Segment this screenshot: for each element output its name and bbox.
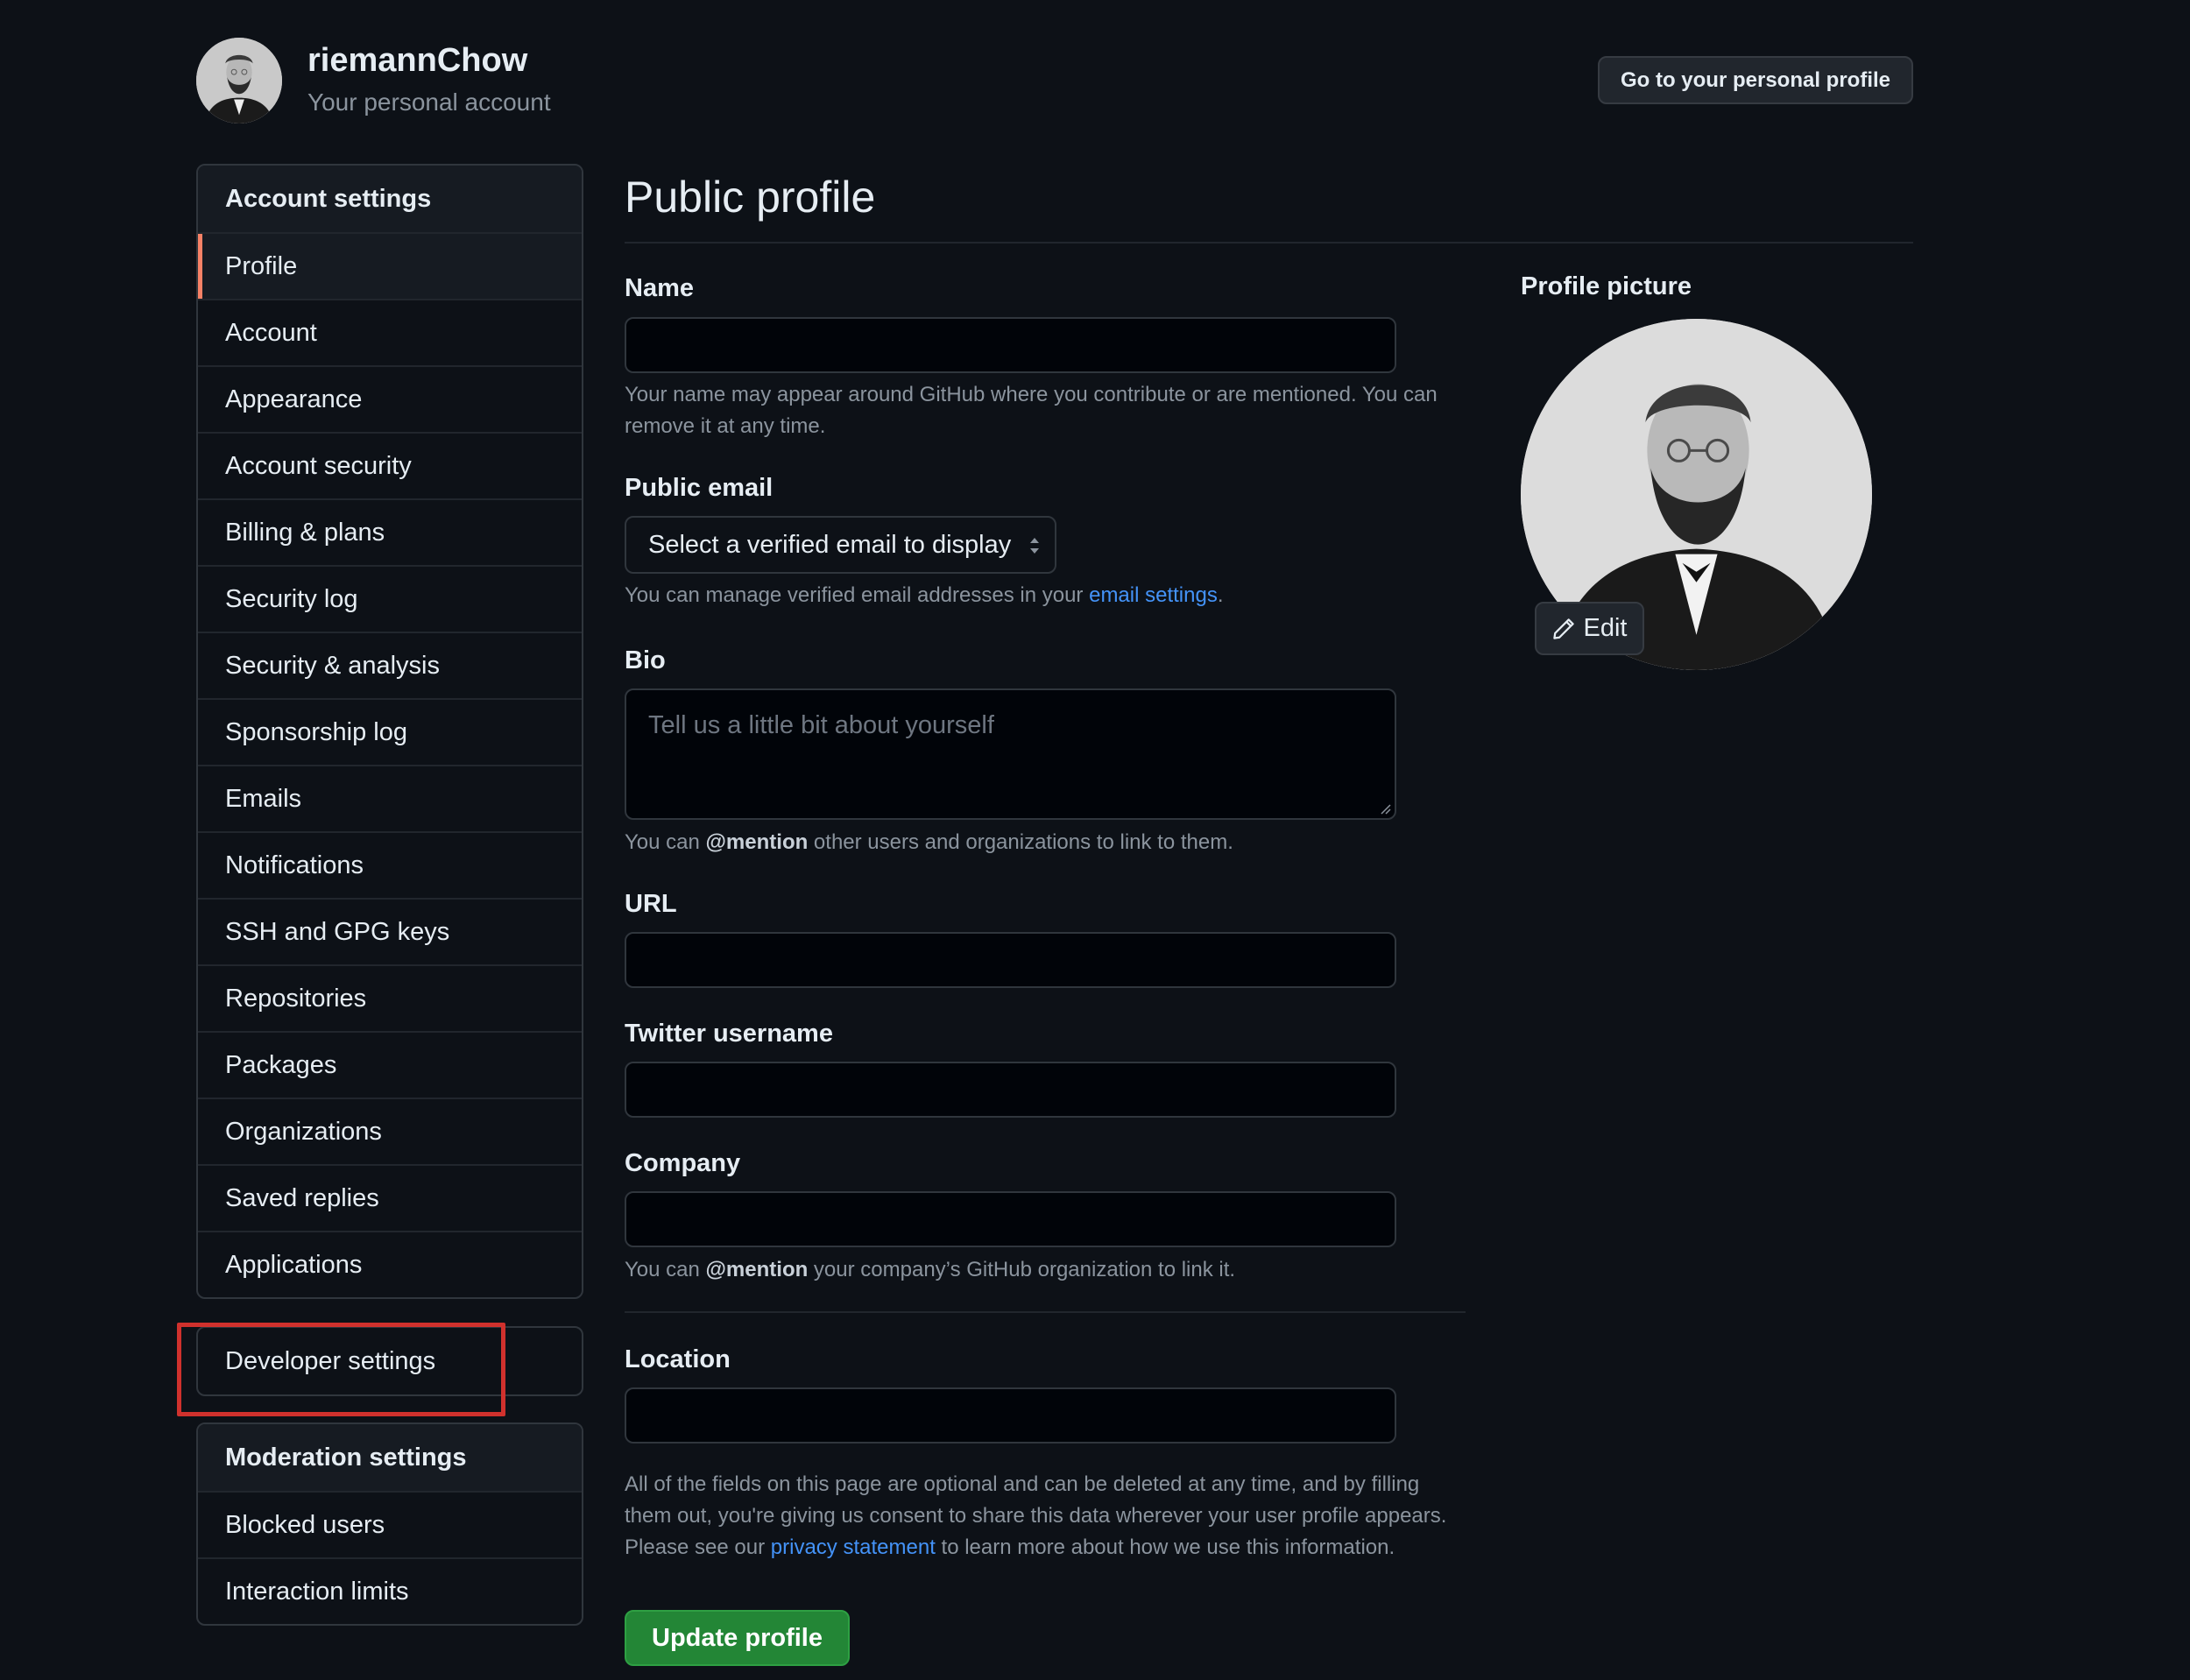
company-note-mention: @mention xyxy=(705,1258,809,1281)
highlight-annotation-box xyxy=(177,1323,505,1416)
bio-textarea[interactable]: Tell us a little bit about yourself xyxy=(625,688,1396,820)
portrait-image xyxy=(196,38,282,124)
name-label: Name xyxy=(625,274,694,302)
url-input[interactable] xyxy=(625,932,1396,988)
sidebar-item-security-analysis[interactable]: Security & analysis xyxy=(198,632,582,698)
public-email-note-text: You can manage verified email addresses … xyxy=(625,583,1090,607)
sidebar-item-organizations[interactable]: Organizations xyxy=(198,1098,582,1164)
account-settings-heading: Account settings xyxy=(198,166,582,232)
disclaimer-note: All of the fields on this page are optio… xyxy=(625,1469,1466,1564)
settings-page: riemannChow Your personal account Go to … xyxy=(0,0,2190,1680)
account-subtitle: Your personal account xyxy=(307,88,551,116)
sidebar-item-interaction-limits[interactable]: Interaction limits xyxy=(198,1557,582,1624)
privacy-statement-link[interactable]: privacy statement xyxy=(771,1535,936,1559)
bio-label: Bio xyxy=(625,646,666,674)
sidebar-item-emails[interactable]: Emails xyxy=(198,765,582,831)
account-settings-menu: Account settings Profile Account Appeara… xyxy=(196,164,583,1299)
bio-note-text: You can xyxy=(625,830,706,854)
go-to-profile-button[interactable]: Go to your personal profile xyxy=(1598,56,1913,104)
sidebar-item-notifications[interactable]: Notifications xyxy=(198,831,582,898)
sidebar-item-ssh-gpg-keys[interactable]: SSH and GPG keys xyxy=(198,898,582,964)
section-divider xyxy=(625,1311,1466,1313)
profile-picture-label: Profile picture xyxy=(1521,272,1692,300)
twitter-label: Twitter username xyxy=(625,1020,833,1048)
company-note-end: your company’s GitHub organization to li… xyxy=(808,1258,1236,1281)
public-email-select[interactable]: Select a verified email to display xyxy=(625,516,1056,574)
select-arrows-icon xyxy=(1030,538,1039,554)
edit-label: Edit xyxy=(1583,614,1628,642)
update-profile-button[interactable]: Update profile xyxy=(625,1610,850,1666)
sidebar-item-saved-replies[interactable]: Saved replies xyxy=(198,1164,582,1231)
sidebar-item-account-security[interactable]: Account security xyxy=(198,432,582,498)
email-settings-link[interactable]: email settings xyxy=(1089,583,1218,607)
page-title: Public profile xyxy=(625,173,876,222)
moderation-settings-menu: Moderation settings Blocked users Intera… xyxy=(196,1422,583,1626)
sidebar-item-security-log[interactable]: Security log xyxy=(198,565,582,632)
url-label: URL xyxy=(625,890,677,918)
pencil-icon xyxy=(1552,618,1574,639)
account-username: riemannChow xyxy=(307,42,528,79)
bio-note: You can @mention other users and organiz… xyxy=(625,827,1233,858)
location-input[interactable] xyxy=(625,1387,1396,1444)
public-email-note-end: . xyxy=(1217,583,1224,607)
sidebar-item-repositories[interactable]: Repositories xyxy=(198,964,582,1031)
sidebar-item-profile[interactable]: Profile xyxy=(198,232,582,299)
sidebar-item-appearance[interactable]: Appearance xyxy=(198,365,582,432)
twitter-input[interactable] xyxy=(625,1062,1396,1118)
name-input[interactable] xyxy=(625,317,1396,373)
name-note: Your name may appear around GitHub where… xyxy=(625,383,1438,438)
disclaimer-end: to learn more about how we use this info… xyxy=(935,1535,1395,1559)
sidebar-item-applications[interactable]: Applications xyxy=(198,1231,582,1297)
bio-placeholder: Tell us a little bit about yourself xyxy=(648,711,994,739)
header-avatar[interactable] xyxy=(196,38,282,124)
company-note-text: You can xyxy=(625,1258,706,1281)
sidebar-item-packages[interactable]: Packages xyxy=(198,1031,582,1098)
sidebar-item-blocked-users[interactable]: Blocked users xyxy=(198,1491,582,1557)
sidebar-item-billing[interactable]: Billing & plans xyxy=(198,498,582,565)
company-input[interactable] xyxy=(625,1191,1396,1247)
title-divider xyxy=(625,242,1913,244)
sidebar-item-sponsorship-log[interactable]: Sponsorship log xyxy=(198,698,582,765)
company-note: You can @mention your company’s GitHub o… xyxy=(625,1254,1235,1286)
edit-picture-button[interactable]: Edit xyxy=(1535,602,1644,655)
resize-grip-icon[interactable] xyxy=(1379,802,1391,815)
public-email-label: Public email xyxy=(625,474,774,502)
bio-note-end: other users and organizations to link to… xyxy=(808,830,1233,854)
public-email-selected-value: Select a verified email to display xyxy=(648,530,1012,559)
moderation-settings-heading: Moderation settings xyxy=(198,1424,582,1491)
location-label: Location xyxy=(625,1345,731,1373)
company-label: Company xyxy=(625,1149,741,1177)
sidebar-item-account[interactable]: Account xyxy=(198,299,582,365)
public-email-note: You can manage verified email addresses … xyxy=(625,580,1224,611)
bio-note-mention: @mention xyxy=(705,830,809,854)
